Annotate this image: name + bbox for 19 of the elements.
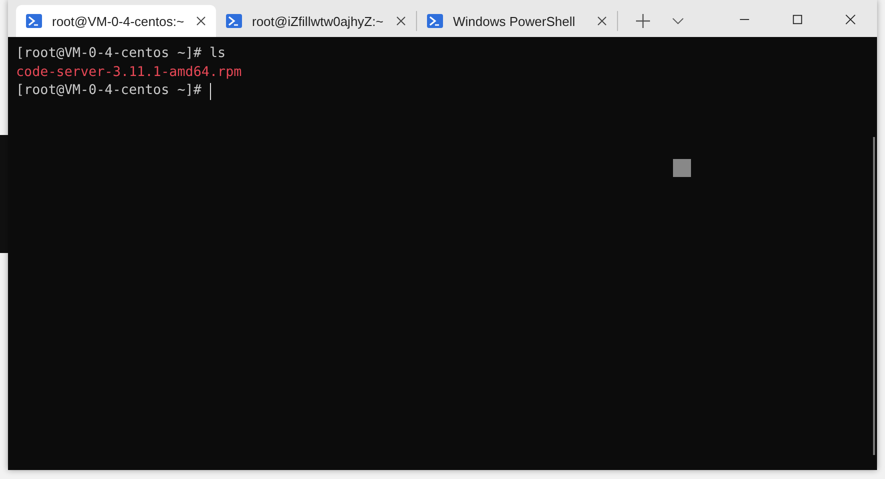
terminal-line: [root@VM-0-4-centos ~]# bbox=[16, 82, 202, 100]
terminal-line: [root@VM-0-4-centos ~]# ls bbox=[16, 45, 226, 63]
terminal-line: code-server-3.11.1-amd64.rpm bbox=[16, 64, 242, 82]
tab[interactable]: Windows PowerShell bbox=[417, 5, 617, 37]
terminal-icon bbox=[26, 14, 42, 28]
close-tab-icon[interactable] bbox=[196, 16, 206, 26]
terminal-icon bbox=[226, 14, 242, 28]
maximize-icon[interactable] bbox=[792, 14, 803, 25]
new-tab-icon[interactable] bbox=[636, 14, 650, 28]
close-tab-icon[interactable] bbox=[597, 16, 607, 26]
terminal-icon bbox=[427, 14, 443, 28]
close-tab-icon[interactable] bbox=[396, 16, 406, 26]
block-cursor bbox=[673, 159, 691, 177]
terminal-area[interactable]: [root@VM-0-4-centos ~]# ls code-server-3.11.1-amd64.rpm [root@VM-0-4-centos ~]# bbox=[8, 37, 877, 470]
dropdown-chevron-icon[interactable] bbox=[672, 17, 684, 25]
scrollbar[interactable] bbox=[873, 137, 875, 455]
tab[interactable]: root@iZfillwtw0ajhyZ:~ bbox=[216, 5, 416, 37]
close-icon[interactable] bbox=[845, 14, 856, 25]
tab[interactable]: root@VM-0-4-centos:~ bbox=[16, 5, 216, 37]
